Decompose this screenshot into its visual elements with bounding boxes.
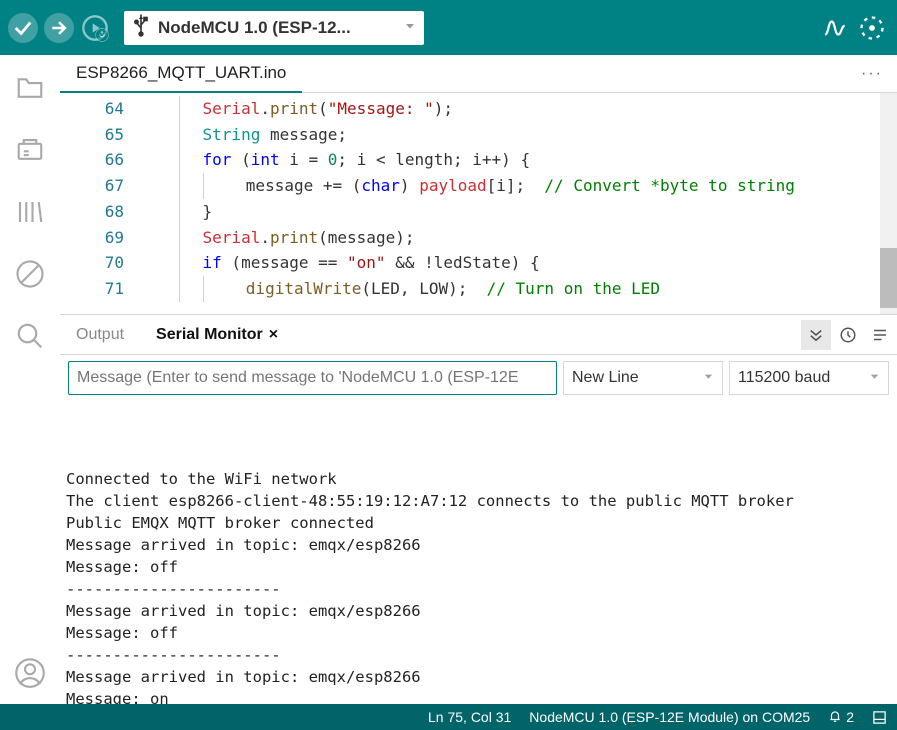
- activity-bar: [0, 55, 60, 704]
- debug-button[interactable]: [80, 13, 110, 43]
- serial-output[interactable]: Connected to the WiFi networkThe client …: [60, 400, 897, 704]
- status-notifications[interactable]: 2: [828, 709, 854, 726]
- chevron-down-icon: [703, 369, 714, 387]
- explorer-button[interactable]: [13, 71, 47, 105]
- boards-manager-button[interactable]: [13, 133, 47, 167]
- line-gutter: 6465666768697071: [60, 93, 140, 314]
- board-selector-dropdown[interactable]: NodeMCU 1.0 (ESP-12...: [124, 11, 424, 45]
- library-manager-button[interactable]: [13, 195, 47, 229]
- close-icon[interactable]: ×: [269, 326, 278, 344]
- panel-tab-output[interactable]: Output: [60, 315, 140, 354]
- editor-scrollbar[interactable]: [880, 93, 897, 314]
- baud-rate-dropdown[interactable]: 115200 baud: [729, 361, 889, 395]
- scrollbar-thumb[interactable]: [880, 248, 897, 308]
- serial-monitor-toggle-button[interactable]: [857, 13, 887, 43]
- bell-icon: [828, 709, 842, 726]
- chevron-down-icon: [869, 369, 880, 387]
- panel-tabbar: Output Serial Monitor ×: [60, 315, 897, 355]
- editor-main: ESP8266_MQTT_UART.ino ··· 64656667686970…: [60, 55, 897, 704]
- editor-tab-file[interactable]: ESP8266_MQTT_UART.ino: [60, 55, 302, 93]
- app-frame: NodeMCU 1.0 (ESP-12...: [0, 0, 897, 730]
- search-button[interactable]: [13, 319, 47, 353]
- verify-button[interactable]: [8, 13, 38, 43]
- status-bar: Ln 75, Col 31 NodeMCU 1.0 (ESP-12E Modul…: [0, 704, 897, 730]
- line-ending-label: New Line: [572, 369, 639, 387]
- scroll-to-end-button[interactable]: [801, 320, 831, 350]
- usb-icon: [132, 13, 150, 42]
- panel-tab-serial-label: Serial Monitor: [156, 326, 263, 344]
- editor-tab-label: ESP8266_MQTT_UART.ino: [76, 63, 286, 83]
- board-selector-label: NodeMCU 1.0 (ESP-12...: [158, 18, 396, 38]
- serial-message-input[interactable]: [68, 361, 557, 395]
- status-close-panel[interactable]: [872, 710, 887, 725]
- serial-plotter-button[interactable]: [821, 13, 851, 43]
- status-board[interactable]: NodeMCU 1.0 (ESP-12E Module) on COM25: [529, 709, 810, 725]
- upload-button[interactable]: [44, 13, 74, 43]
- toolbar: NodeMCU 1.0 (ESP-12...: [0, 0, 897, 55]
- account-button[interactable]: [13, 656, 47, 690]
- debug-activity-button[interactable]: [13, 257, 47, 291]
- workbench-body: ESP8266_MQTT_UART.ino ··· 64656667686970…: [0, 55, 897, 704]
- editor-tabbar: ESP8266_MQTT_UART.ino ···: [60, 55, 897, 93]
- tab-more-button[interactable]: ···: [847, 65, 897, 83]
- panel-tab-output-label: Output: [76, 326, 124, 344]
- status-cursor[interactable]: Ln 75, Col 31: [428, 709, 511, 725]
- serial-controls: New Line 115200 baud: [60, 355, 897, 400]
- chevron-down-icon: [404, 19, 416, 37]
- line-ending-dropdown[interactable]: New Line: [563, 361, 723, 395]
- clear-output-button[interactable]: [865, 320, 895, 350]
- baud-rate-label: 115200 baud: [738, 369, 830, 387]
- code-area[interactable]: Serial.print("Message: "); String messag…: [140, 93, 897, 314]
- timestamp-button[interactable]: [833, 320, 863, 350]
- panel-tab-serial-monitor[interactable]: Serial Monitor ×: [140, 315, 294, 354]
- serial-scrollbar[interactable]: [887, 400, 897, 704]
- code-editor[interactable]: 6465666768697071 Serial.print("Message: …: [60, 93, 897, 315]
- notification-count: 2: [846, 709, 854, 725]
